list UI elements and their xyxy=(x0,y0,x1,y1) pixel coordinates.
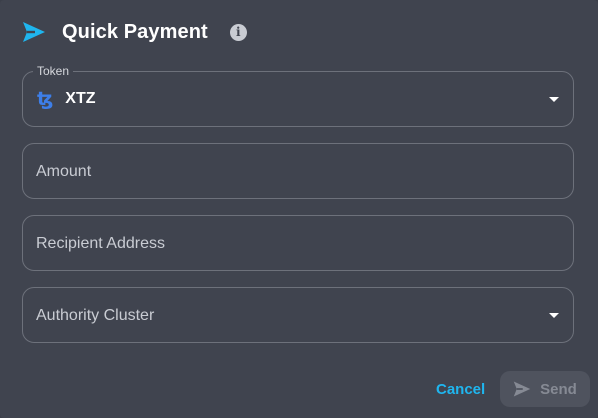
chevron-down-icon[interactable] xyxy=(549,97,559,102)
send-icon xyxy=(23,22,45,42)
dialog-header: Quick Payment i xyxy=(22,18,247,46)
info-icon[interactable]: i xyxy=(229,23,247,41)
dialog-title: Quick Payment xyxy=(62,20,208,43)
token-value: XTZ xyxy=(65,90,96,107)
recipient-address-placeholder: Recipient Address xyxy=(36,235,165,252)
token-selected-value: ꜩ XTZ xyxy=(37,88,96,110)
authority-cluster-select[interactable]: Authority Cluster xyxy=(22,287,574,343)
tezos-icon: ꜩ xyxy=(37,88,54,110)
token-label: Token xyxy=(33,64,74,78)
dialog-actions: Cancel Send xyxy=(0,370,598,410)
chevron-down-icon[interactable] xyxy=(549,313,559,318)
cancel-button[interactable]: Cancel xyxy=(430,370,491,408)
quick-payment-dialog: Quick Payment i Token ꜩ XTZ Amount Recip… xyxy=(0,0,598,418)
token-select[interactable]: Token ꜩ XTZ xyxy=(22,64,574,127)
authority-cluster-placeholder: Authority Cluster xyxy=(36,307,155,324)
send-icon xyxy=(513,381,531,397)
send-button-label: Send xyxy=(540,380,577,398)
amount-input[interactable]: Amount xyxy=(22,143,574,199)
send-button[interactable]: Send xyxy=(500,371,590,407)
recipient-address-input[interactable]: Recipient Address xyxy=(22,215,574,271)
amount-placeholder: Amount xyxy=(36,163,92,180)
